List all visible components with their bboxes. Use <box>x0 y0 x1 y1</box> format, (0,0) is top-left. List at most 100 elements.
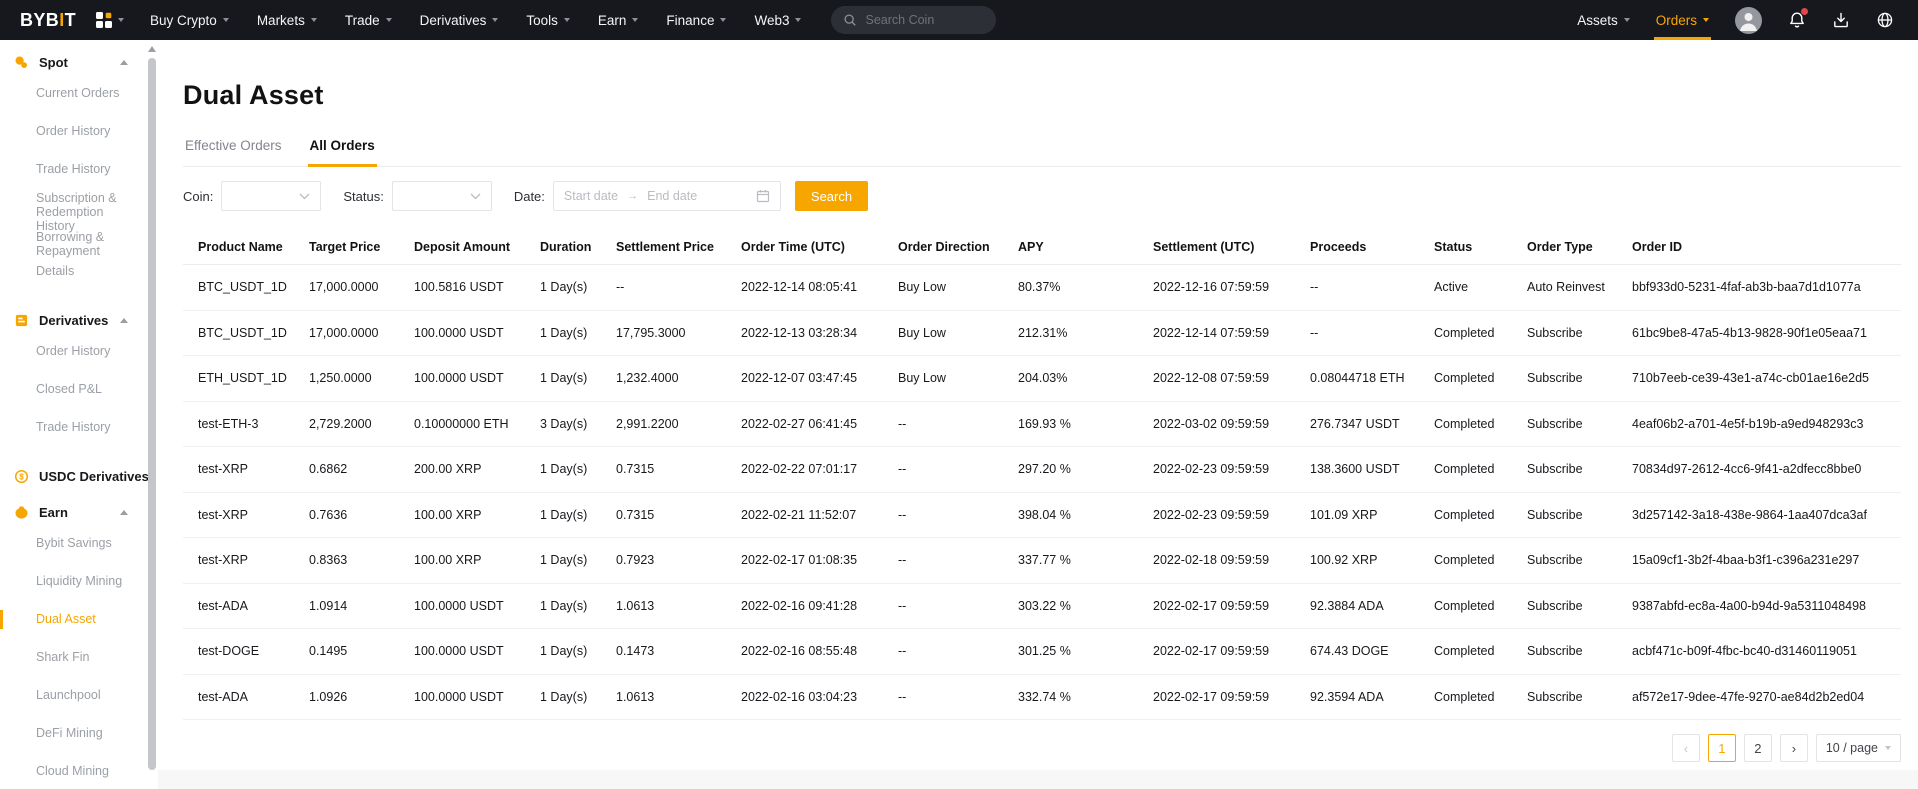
status-select[interactable] <box>392 181 492 211</box>
cell-status: Completed <box>1434 553 1527 567</box>
nav-item-trade[interactable]: Trade <box>345 0 392 40</box>
sidebar-item-order-history[interactable]: Order History <box>0 124 158 139</box>
table-row: test-XRP0.7636100.00 XRP1 Day(s)0.731520… <box>183 493 1901 539</box>
cell-order-direction: -- <box>898 644 1018 658</box>
column-header-proceeds: Proceeds <box>1310 240 1434 254</box>
sidebar-section-spot[interactable]: Spot <box>0 44 158 80</box>
sidebar-item-dual-asset[interactable]: Dual Asset <box>0 612 158 627</box>
cell-target-price: 0.7636 <box>309 508 414 522</box>
chevron-down-icon <box>470 193 481 200</box>
page-button-1[interactable]: 1 <box>1708 734 1736 762</box>
nav-item-buy-crypto[interactable]: Buy Crypto <box>150 0 229 40</box>
cell-proceeds: 100.92 XRP <box>1310 553 1434 567</box>
prev-page-button[interactable]: ‹ <box>1672 734 1700 762</box>
sidebar-item-details[interactable]: Details <box>0 264 158 279</box>
language-button[interactable] <box>1876 11 1894 29</box>
sidebar-item-bybit-savings[interactable]: Bybit Savings <box>0 536 158 551</box>
chevron-down-icon <box>299 193 310 200</box>
nav-item-label: Trade <box>345 13 380 28</box>
earn-icon <box>14 505 29 520</box>
cell-order-direction: -- <box>898 599 1018 613</box>
page-size-select[interactable]: 10 / page <box>1816 734 1901 762</box>
cell-apy: 297.20 % <box>1018 462 1153 476</box>
cell-order-direction: -- <box>898 690 1018 704</box>
tab-all-orders[interactable]: All Orders <box>308 138 377 166</box>
sidebar-item-current-orders[interactable]: Current Orders <box>0 86 158 101</box>
table-row: BTC_USDT_1D17,000.0000100.0000 USDT1 Day… <box>183 311 1901 357</box>
tab-effective-orders[interactable]: Effective Orders <box>183 138 284 166</box>
cell-apy: 212.31% <box>1018 326 1153 340</box>
cell-settlement-price: -- <box>616 280 741 294</box>
sidebar-item-order-history[interactable]: Order History <box>0 344 158 359</box>
cell-duration: 1 Day(s) <box>540 280 616 294</box>
cell-settlement-utc: 2022-12-08 07:59:59 <box>1153 371 1310 385</box>
column-header-order-type: Order Type <box>1527 240 1632 254</box>
cell-product-name: ETH_USDT_1D <box>198 371 309 385</box>
cell-duration: 1 Day(s) <box>540 644 616 658</box>
nav-orders[interactable]: Orders <box>1656 0 1709 40</box>
download-button[interactable] <box>1832 11 1850 29</box>
cell-apy: 398.04 % <box>1018 508 1153 522</box>
cell-order-id: 61bc9be8-47a5-4b13-9828-90f1e05eaa71 <box>1632 326 1901 340</box>
bybit-logo[interactable]: BYBIT <box>20 10 76 31</box>
cell-status: Active <box>1434 280 1527 294</box>
page-title: Dual Asset <box>183 80 1901 111</box>
search-button[interactable]: Search <box>795 181 868 211</box>
sidebar-item-cloud-mining[interactable]: Cloud Mining <box>0 764 158 779</box>
cell-order-time-utc: 2022-12-13 03:28:34 <box>741 326 898 340</box>
cell-deposit-amount: 200.00 XRP <box>414 462 540 476</box>
sidebar-item-trade-history[interactable]: Trade History <box>0 420 158 435</box>
sidebar-item-shark-fin[interactable]: Shark Fin <box>0 650 158 665</box>
cell-proceeds: 674.43 DOGE <box>1310 644 1434 658</box>
chevron-down-icon <box>386 18 392 22</box>
sidebar-item-liquidity-mining[interactable]: Liquidity Mining <box>0 574 158 589</box>
table-row: test-ADA1.0914100.0000 USDT1 Day(s)1.061… <box>183 584 1901 630</box>
sidebar-item-trade-history[interactable]: Trade History <box>0 162 158 177</box>
filter-bar: Coin: Status: Date: Start date → End dat… <box>183 181 1901 211</box>
cell-duration: 1 Day(s) <box>540 599 616 613</box>
scrollbar-thumb[interactable] <box>148 58 156 770</box>
page-size-value: 10 / page <box>1826 741 1878 755</box>
avatar[interactable] <box>1735 7 1762 34</box>
nav-assets[interactable]: Assets <box>1577 0 1630 40</box>
sidebar-item-closed-p-l[interactable]: Closed P&L <box>0 382 158 397</box>
sidebar-item-defi-mining[interactable]: DeFi Mining <box>0 726 158 741</box>
apps-grid-icon[interactable] <box>96 12 124 28</box>
start-date-placeholder: Start date <box>564 189 618 203</box>
cell-order-time-utc: 2022-02-27 06:41:45 <box>741 417 898 431</box>
nav-item-tools[interactable]: Tools <box>526 0 570 40</box>
page-button-2[interactable]: 2 <box>1744 734 1772 762</box>
sidebar-item-subscription-redemption-history[interactable]: Subscription & Redemption History <box>0 191 132 233</box>
coin-select[interactable] <box>221 181 321 211</box>
date-range-input[interactable]: Start date → End date <box>553 181 781 211</box>
cell-deposit-amount: 100.0000 USDT <box>414 690 540 704</box>
cell-product-name: test-XRP <box>198 553 309 567</box>
nav-item-label: Derivatives <box>420 13 487 28</box>
cell-product-name: test-ADA <box>198 599 309 613</box>
nav-item-label: Tools <box>526 13 558 28</box>
cell-order-id: bbf933d0-5231-4faf-ab3b-baa7d1d1077a <box>1632 280 1901 294</box>
nav-item-earn[interactable]: Earn <box>598 0 639 40</box>
cell-order-type: Subscribe <box>1527 326 1632 340</box>
nav-item-web3[interactable]: Web3 <box>754 0 801 40</box>
orders-label: Orders <box>1656 13 1697 28</box>
sidebar-item-launchpool[interactable]: Launchpool <box>0 688 158 703</box>
nav-item-finance[interactable]: Finance <box>666 0 726 40</box>
sidebar-section-derivatives[interactable]: Derivatives <box>0 302 158 338</box>
notifications-button[interactable] <box>1788 11 1806 29</box>
nav-item-derivatives[interactable]: Derivatives <box>420 0 499 40</box>
cell-settlement-utc: 2022-02-23 09:59:59 <box>1153 462 1310 476</box>
cell-settlement-utc: 2022-02-17 09:59:59 <box>1153 644 1310 658</box>
search-input[interactable]: Search Coin <box>831 6 996 34</box>
next-page-button[interactable]: › <box>1780 734 1808 762</box>
scroll-up-arrow-icon[interactable] <box>148 46 156 52</box>
cell-order-type: Subscribe <box>1527 371 1632 385</box>
sidebar-section-usdc-derivatives[interactable]: $USDC Derivatives <box>0 458 158 494</box>
cell-proceeds: 138.3600 USDT <box>1310 462 1434 476</box>
cell-apy: 303.22 % <box>1018 599 1153 613</box>
nav-item-markets[interactable]: Markets <box>257 0 317 40</box>
sidebar-section-earn[interactable]: Earn <box>0 494 158 530</box>
cell-settlement-price: 0.7923 <box>616 553 741 567</box>
column-header-settlement-price: Settlement Price <box>616 240 741 254</box>
sidebar-item-borrowing-repayment[interactable]: Borrowing & Repayment <box>0 230 132 258</box>
